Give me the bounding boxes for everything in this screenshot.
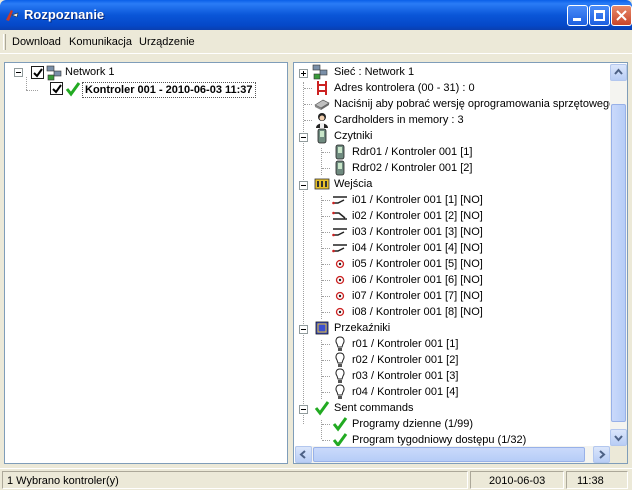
arrow-right-icon [599,450,606,459]
app-icon [6,10,19,21]
node-input-6[interactable]: i06 / Kontroler 001 [6] [NO] [352,272,483,288]
arrow-down-icon [614,435,623,442]
input-dot-icon [335,291,345,301]
sent-collapse-toggle[interactable] [299,405,308,414]
node-input-4[interactable]: i04 / Kontroler 001 [4] [NO] [352,240,483,256]
reader-group-icon [317,128,327,144]
title-bar[interactable]: Rozpoznanie [0,0,632,30]
input-switch-icon [332,244,347,253]
scroll-left-button[interactable] [295,446,312,463]
check-icon [314,401,330,416]
menu-grip[interactable] [3,34,6,50]
input-dot-icon [335,307,345,317]
window-title: Rozpoznanie [24,7,105,22]
node-relay-1[interactable]: r01 / Kontroler 001 [1] [352,336,458,352]
menu-download[interactable]: Download [12,36,61,48]
node-input-3[interactable]: i03 / Kontroler 001 [3] [NO] [352,224,483,240]
reader-icon [335,160,345,176]
node-input-8[interactable]: i08 / Kontroler 001 [8] [NO] [352,304,483,320]
scroll-up-button[interactable] [610,64,627,81]
close-icon [616,10,627,21]
status-time: 11:38 [566,471,628,489]
scroll-corner [610,446,627,463]
check-icon [65,82,81,97]
node-sent-daily[interactable]: Programy dzienne (1/99) [352,416,473,432]
bulb-icon [335,384,345,399]
inputs-group-icon [314,178,330,190]
menu-urzadzenie[interactable]: Urządzenie [139,36,195,48]
network-tree[interactable]: Network 1 Kontroler 001 - 2010-06-03 11:… [4,62,288,464]
bulb-icon [335,368,345,383]
node-inputs[interactable]: Wejścia [334,176,372,192]
readers-collapse-toggle[interactable] [299,133,308,142]
node-input-5[interactable]: i05 / Kontroler 001 [5] [NO] [352,256,483,272]
node-reader-1[interactable]: Rdr01 / Kontroler 001 [1] [352,144,472,160]
vertical-scrollbar[interactable] [610,64,627,446]
node-input-1[interactable]: i01 / Kontroler 001 [1] [NO] [352,192,483,208]
close-button[interactable] [611,5,632,26]
network-icon [46,65,62,81]
maximize-icon [594,10,605,21]
network-icon [312,64,328,80]
node-relay-3[interactable]: r03 / Kontroler 001 [3] [352,368,458,384]
arrow-left-icon [299,450,306,459]
horizontal-scroll-thumb[interactable] [313,447,585,462]
bulb-icon [335,352,345,367]
input-dot-icon [335,275,345,285]
node-readers[interactable]: Czytniki [334,128,373,144]
node-relays[interactable]: Przekaźniki [334,320,390,336]
bulb-icon [335,336,345,351]
status-message: 1 Wybrano kontroler(y) [2,471,468,489]
controller-checkbox[interactable] [50,82,63,95]
input-switch-icon [332,211,347,220]
reader-icon [335,144,345,160]
node-address[interactable]: Adres kontrolera (00 - 31) : 0 [334,80,475,96]
scroll-down-button[interactable] [610,429,627,446]
node-reader-2[interactable]: Rdr02 / Kontroler 001 [2] [352,160,472,176]
node-firmware[interactable]: Naciśnij aby pobrać wersję oprogramowani… [334,96,615,112]
input-dot-icon [335,259,345,269]
minimize-button[interactable] [567,5,588,26]
arrow-up-icon [614,68,623,75]
status-bar: 1 Wybrano kontroler(y) 2010-06-03 11:38 [0,468,632,490]
network-expand-toggle[interactable] [299,69,308,78]
network-collapse-toggle[interactable] [14,68,23,77]
horizontal-scrollbar[interactable] [295,446,610,463]
node-network[interactable]: Sieć : Network 1 [334,64,414,80]
menu-bar: Download Komunikacja Urządzenie [0,30,632,54]
node-sent-commands[interactable]: Sent commands [334,400,413,416]
inputs-collapse-toggle[interactable] [299,181,308,190]
network-checkbox[interactable] [31,66,44,79]
firmware-icon [314,99,330,110]
node-cardholders[interactable]: Cardholders in memory : 3 [334,112,464,128]
relays-group-icon [315,321,329,335]
tree-controller-label[interactable]: Kontroler 001 - 2010-06-03 11:37 [82,82,256,98]
input-switch-icon [332,196,347,205]
cardholders-icon [316,113,328,128]
node-relay-4[interactable]: r04 / Kontroler 001 [4] [352,384,458,400]
controller-details-tree[interactable]: Sieć : Network 1 Adres kontrolera (00 - … [293,62,628,464]
node-input-7[interactable]: i07 / Kontroler 001 [7] [NO] [352,288,483,304]
maximize-button[interactable] [589,5,610,26]
address-icon [317,81,327,95]
relays-collapse-toggle[interactable] [299,325,308,334]
node-relay-2[interactable]: r02 / Kontroler 001 [2] [352,352,458,368]
minimize-icon [573,18,581,21]
tree-network-label[interactable]: Network 1 [65,66,115,78]
check-icon [332,417,348,432]
status-date: 2010-06-03 [470,471,564,489]
input-switch-icon [332,228,347,237]
scroll-right-button[interactable] [593,446,610,463]
menu-komunikacja[interactable]: Komunikacja [69,36,132,48]
node-input-2[interactable]: i02 / Kontroler 001 [2] [NO] [352,208,483,224]
vertical-scroll-thumb[interactable] [611,104,626,422]
